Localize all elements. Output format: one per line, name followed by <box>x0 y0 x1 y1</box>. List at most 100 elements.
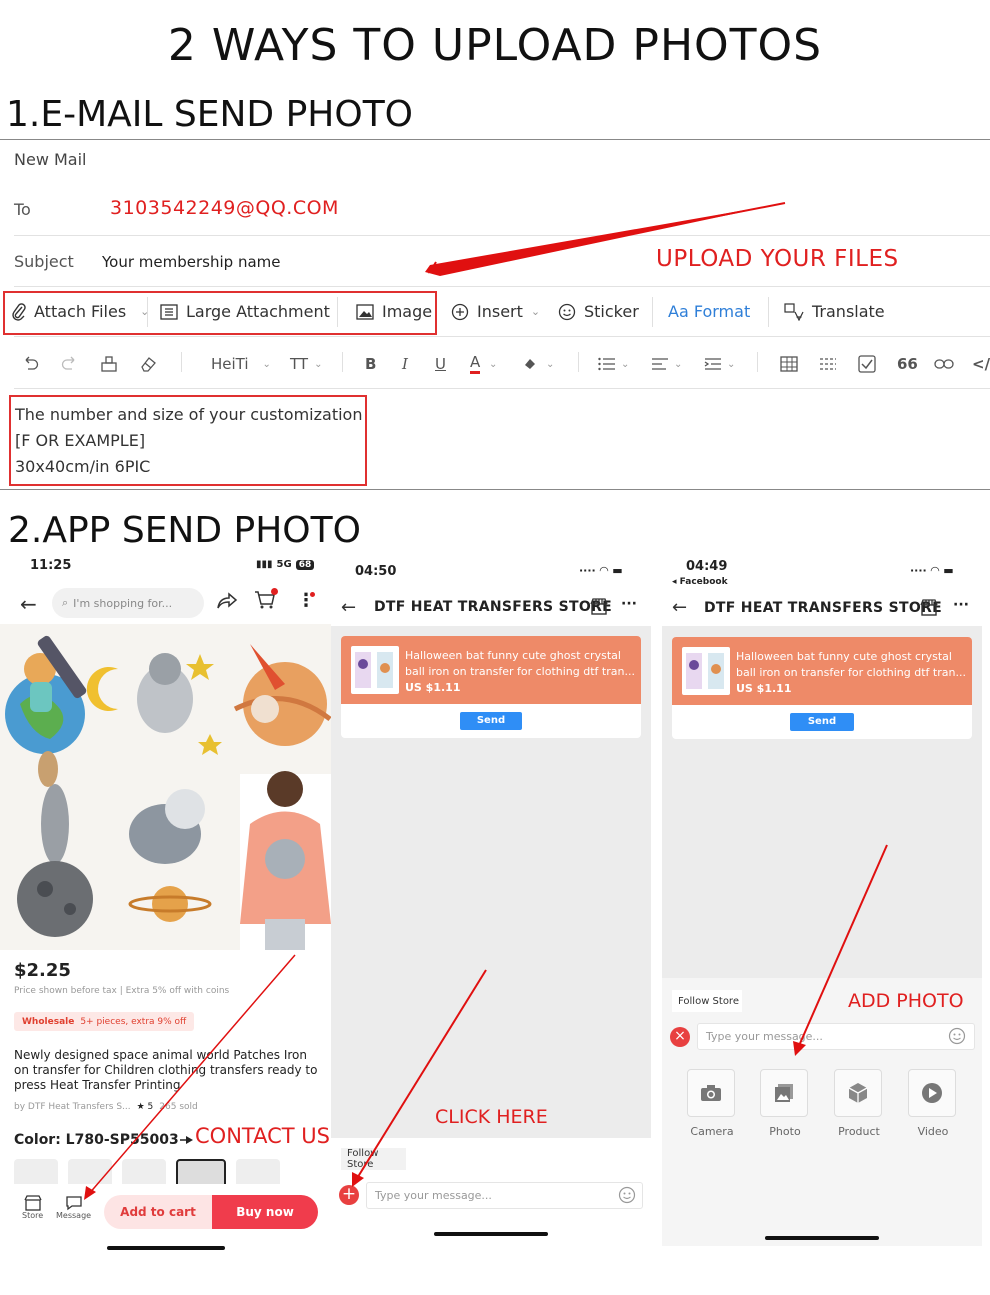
eraser-icon[interactable] <box>139 352 157 376</box>
body-line: The number and size of your customizatio… <box>15 405 363 424</box>
chevron-down-icon: ⌄ <box>674 358 683 370</box>
translate-button[interactable]: Translate <box>784 302 885 321</box>
highlight-icon[interactable]: ⌄ <box>522 352 554 376</box>
close-icon[interactable]: × <box>670 1027 690 1047</box>
nav-message-label: Message <box>56 1211 92 1220</box>
quote-button[interactable]: 66 <box>897 352 918 376</box>
product-label: Product <box>838 1125 880 1138</box>
signal-icon: ▮▮▮ <box>256 559 273 570</box>
product-line: ball iron on transfer for clothing dtf t… <box>736 666 966 679</box>
large-attachment-icon <box>160 303 178 320</box>
share-icon[interactable] <box>216 592 238 610</box>
indent-icon[interactable]: ⌄ <box>704 352 735 376</box>
more-icon[interactable]: ··· <box>953 597 969 613</box>
underline-button[interactable]: U <box>435 352 446 376</box>
message-input[interactable]: Type your message... <box>697 1023 975 1050</box>
rating-value: 5 <box>147 1102 154 1112</box>
camera-option[interactable]: Camera <box>687 1069 737 1138</box>
sticker-label: Sticker <box>584 302 639 321</box>
store-title: DTF HEAT TRANSFERS STORE <box>704 600 942 616</box>
large-attachment-button[interactable]: Large Attachment <box>160 302 330 321</box>
store-icon[interactable] <box>590 598 608 615</box>
message-placeholder: Type your message... <box>706 1030 823 1043</box>
plus-icon[interactable]: + <box>339 1185 359 1205</box>
search-input[interactable]: ⌕ I'm shopping for... <box>52 588 204 618</box>
chevron-down-icon: ⌄ <box>546 358 555 370</box>
photo-label: Photo <box>769 1125 801 1138</box>
table-icon[interactable] <box>780 352 798 376</box>
back-arrow-icon[interactable]: ← <box>20 592 37 616</box>
store-title: DTF HEAT TRANSFERS STORE <box>374 599 612 615</box>
to-field[interactable]: 3103542249@QQ.COM <box>110 197 339 219</box>
product-option[interactable]: Product <box>834 1069 884 1138</box>
photo-icon <box>760 1069 808 1117</box>
format-button[interactable]: Aa Format <box>668 302 750 321</box>
back-app-link[interactable]: ◂ Facebook <box>672 577 728 587</box>
add-to-cart-button[interactable]: Add to cart <box>104 1195 212 1229</box>
italic-button[interactable]: I <box>402 352 408 376</box>
chevron-down-icon: ⌄ <box>262 358 271 370</box>
emoji-icon[interactable] <box>948 1027 966 1045</box>
divider <box>652 297 653 327</box>
divider-line-icon[interactable] <box>819 352 837 376</box>
divider <box>337 297 338 327</box>
back-app-label: Facebook <box>679 577 728 587</box>
attach-files-button[interactable]: Attach Files ⌄ <box>12 302 149 321</box>
wholesale-badge: Wholesale 5+ pieces, extra 9% off <box>14 1012 195 1031</box>
more-icon[interactable]: ··· <box>621 596 637 612</box>
product-thumbnail <box>351 646 399 694</box>
code-icon[interactable]: </ <box>972 352 990 376</box>
checkbox-icon[interactable] <box>858 352 876 376</box>
chevron-down-icon: ⌄ <box>530 305 541 318</box>
send-button[interactable]: Send <box>460 712 522 730</box>
format-painter-icon[interactable] <box>100 352 118 376</box>
product-card[interactable]: Halloween bat funny cute ghost crystal b… <box>341 636 641 738</box>
home-indicator <box>434 1232 548 1236</box>
font-select[interactable]: HeiTi ⌄ <box>211 352 271 376</box>
font-value: HeiTi <box>211 355 249 373</box>
phone1-screen: 11:25 ▮▮▮ 5G 68 ← ⌕ I'm shopping for... … <box>0 550 331 1260</box>
translate-label: Translate <box>812 302 885 321</box>
camera-icon <box>687 1069 735 1117</box>
undo-icon[interactable] <box>22 352 40 376</box>
video-option[interactable]: Video <box>908 1069 958 1138</box>
sticker-button[interactable]: Sticker <box>558 302 639 321</box>
bold-button[interactable]: B <box>365 352 376 376</box>
buy-now-button[interactable]: Buy now <box>212 1195 318 1229</box>
product-card[interactable]: Halloween bat funny cute ghost crystal b… <box>672 637 972 739</box>
message-input[interactable]: Type your message... <box>366 1182 643 1209</box>
subject-field[interactable]: Your membership name <box>102 253 280 271</box>
status-icons: ···· ◠ ▬ <box>579 564 623 577</box>
status-time: 11:25 <box>30 558 72 573</box>
box-icon <box>834 1069 882 1117</box>
store-icon[interactable] <box>920 599 938 616</box>
divider <box>342 352 343 372</box>
product-image[interactable] <box>0 624 331 950</box>
link-icon[interactable] <box>934 352 954 376</box>
chevron-down-icon: ⌄ <box>621 358 630 370</box>
mail-body[interactable]: The number and size of your customizatio… <box>15 402 362 480</box>
list-icon[interactable]: ⌄ <box>598 352 629 376</box>
notification-dot <box>310 592 315 597</box>
image-icon <box>356 303 374 320</box>
insert-button[interactable]: Insert ⌄ <box>451 302 540 321</box>
font-size-select[interactable]: TT ⌄ <box>290 352 322 376</box>
send-button[interactable]: Send <box>790 713 854 731</box>
follow-store-button[interactable]: Follow Store <box>672 990 742 1012</box>
nav-message-button[interactable]: Message <box>56 1195 91 1220</box>
font-color-button[interactable]: A <box>470 352 481 374</box>
photo-option[interactable]: Photo <box>760 1069 810 1138</box>
follow-store-button[interactable]: Follow Store <box>341 1148 406 1170</box>
emoji-icon[interactable] <box>618 1186 636 1204</box>
battery-icon: ▬ <box>943 564 954 577</box>
product-thumbnail <box>682 647 730 695</box>
align-icon[interactable]: ⌄ <box>651 352 682 376</box>
image-button[interactable]: Image <box>356 302 432 321</box>
store-line[interactable]: by DTF Heat Transfers S... ★ 5 265 sold <box>14 1102 198 1112</box>
wholesale-label: Wholesale <box>22 1016 75 1027</box>
back-arrow-icon[interactable]: ← <box>341 597 356 618</box>
nav-store-button[interactable]: Store <box>22 1195 43 1220</box>
back-arrow-icon[interactable]: ← <box>672 597 687 618</box>
redo-icon[interactable] <box>60 352 78 376</box>
nav-store-label: Store <box>22 1211 44 1220</box>
